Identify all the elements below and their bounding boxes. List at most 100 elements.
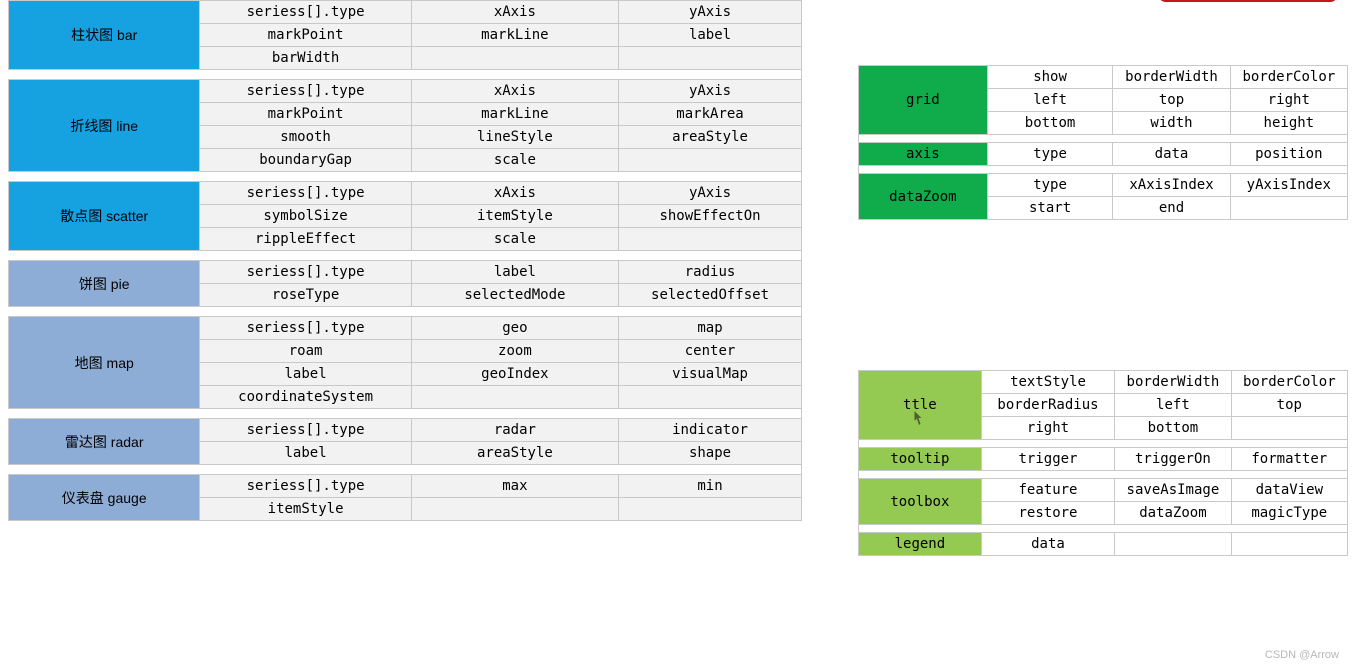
property-cell [411, 386, 618, 409]
property-cell: zoom [411, 340, 618, 363]
property-cell: right [1230, 89, 1347, 112]
chart-type-header: 仪表盘 gauge [9, 475, 200, 521]
option-header: grid [859, 66, 988, 135]
property-cell: bottom [1115, 417, 1231, 440]
chart-type-header: 雷达图 radar [9, 419, 200, 465]
table-row: 饼图 pieseriess[].typelabelradius [9, 261, 802, 284]
property-cell: yAxis [619, 80, 802, 103]
option-header: tooltip [859, 448, 982, 471]
property-cell: seriess[].type [200, 317, 411, 340]
option-table: ttletextStyleborderWidthborderColorborde… [858, 370, 1348, 556]
table-row: 雷达图 radarseriess[].typeradarindicator [9, 419, 802, 442]
spacer-row [9, 307, 802, 317]
property-cell: showEffectOn [619, 205, 802, 228]
property-cell: seriess[].type [200, 475, 411, 498]
property-cell: yAxis [619, 1, 802, 24]
property-cell: textStyle [981, 371, 1114, 394]
table-row: 仪表盘 gaugeseriess[].typemaxmin [9, 475, 802, 498]
property-cell: position [1230, 143, 1347, 166]
property-cell: dataZoom [1115, 502, 1231, 525]
property-cell: itemStyle [411, 205, 618, 228]
property-cell: shape [619, 442, 802, 465]
spacer-row [9, 251, 802, 261]
spacer-row [859, 471, 1348, 479]
property-cell: markPoint [200, 103, 411, 126]
property-cell: bottom [987, 112, 1113, 135]
property-cell: borderColor [1231, 371, 1347, 394]
property-cell: top [1231, 394, 1347, 417]
property-cell: restore [981, 502, 1114, 525]
property-cell: formatter [1231, 448, 1347, 471]
property-cell [1231, 533, 1347, 556]
chart-type-header: 饼图 pie [9, 261, 200, 307]
option-header: axis [859, 143, 988, 166]
property-cell: lineStyle [411, 126, 618, 149]
property-cell: type [987, 143, 1113, 166]
property-cell: saveAsImage [1115, 479, 1231, 502]
property-cell [619, 228, 802, 251]
property-cell: label [200, 442, 411, 465]
property-cell [619, 47, 802, 70]
property-cell: right [981, 417, 1114, 440]
property-cell: magicType [1231, 502, 1347, 525]
property-cell: selectedMode [411, 284, 618, 307]
property-cell: symbolSize [200, 205, 411, 228]
property-cell: seriess[].type [200, 182, 411, 205]
property-cell: height [1230, 112, 1347, 135]
property-cell: yAxisIndex [1230, 174, 1347, 197]
spacer-row [859, 166, 1348, 174]
property-cell [1230, 197, 1347, 220]
property-cell: areaStyle [411, 442, 618, 465]
chart-type-header: 柱状图 bar [9, 1, 200, 70]
spacer-row [9, 465, 802, 475]
property-cell: trigger [981, 448, 1114, 471]
property-cell: top [1113, 89, 1230, 112]
property-cell: markLine [411, 103, 618, 126]
property-cell: markArea [619, 103, 802, 126]
property-cell: label [619, 24, 802, 47]
property-cell [619, 386, 802, 409]
property-cell: data [1113, 143, 1230, 166]
property-cell: center [619, 340, 802, 363]
property-cell: map [619, 317, 802, 340]
property-cell: boundaryGap [200, 149, 411, 172]
property-cell [619, 149, 802, 172]
chart-type-header: 散点图 scatter [9, 182, 200, 251]
property-cell: xAxis [411, 80, 618, 103]
option-header: dataZoom [859, 174, 988, 220]
spacer-row [9, 172, 802, 182]
spacer-row [859, 440, 1348, 448]
property-cell: xAxisIndex [1113, 174, 1230, 197]
property-cell: dataView [1231, 479, 1347, 502]
property-cell: indicator [619, 419, 802, 442]
property-cell: coordinateSystem [200, 386, 411, 409]
property-cell: borderWidth [1113, 66, 1230, 89]
table-row: 散点图 scatterseriess[].typexAxisyAxis [9, 182, 802, 205]
property-cell: scale [411, 149, 618, 172]
property-cell: visualMap [619, 363, 802, 386]
property-cell: markPoint [200, 24, 411, 47]
property-cell [411, 47, 618, 70]
property-cell: end [1113, 197, 1230, 220]
property-cell: min [619, 475, 802, 498]
property-cell [1115, 533, 1231, 556]
table-row: gridshowborderWidthborderColor [859, 66, 1348, 89]
option-block: gridshowborderWidthborderColorlefttoprig… [858, 65, 1348, 220]
property-cell: seriess[].type [200, 261, 411, 284]
table-row: dataZoomtypexAxisIndexyAxisIndex [859, 174, 1348, 197]
property-cell: type [987, 174, 1113, 197]
chart-type-header: 地图 map [9, 317, 200, 409]
property-cell: max [411, 475, 618, 498]
table-row: 柱状图 barseriess[].typexAxisyAxis [9, 1, 802, 24]
property-cell: yAxis [619, 182, 802, 205]
property-cell: xAxis [411, 182, 618, 205]
spacer-row [9, 70, 802, 80]
property-cell: smooth [200, 126, 411, 149]
property-cell [619, 498, 802, 521]
property-cell: triggerOn [1115, 448, 1231, 471]
table-row: 折线图 lineseriess[].typexAxisyAxis [9, 80, 802, 103]
property-cell: radar [411, 419, 618, 442]
property-cell: borderWidth [1115, 371, 1231, 394]
property-cell: radius [619, 261, 802, 284]
table-row: ttletextStyleborderWidthborderColor [859, 371, 1348, 394]
